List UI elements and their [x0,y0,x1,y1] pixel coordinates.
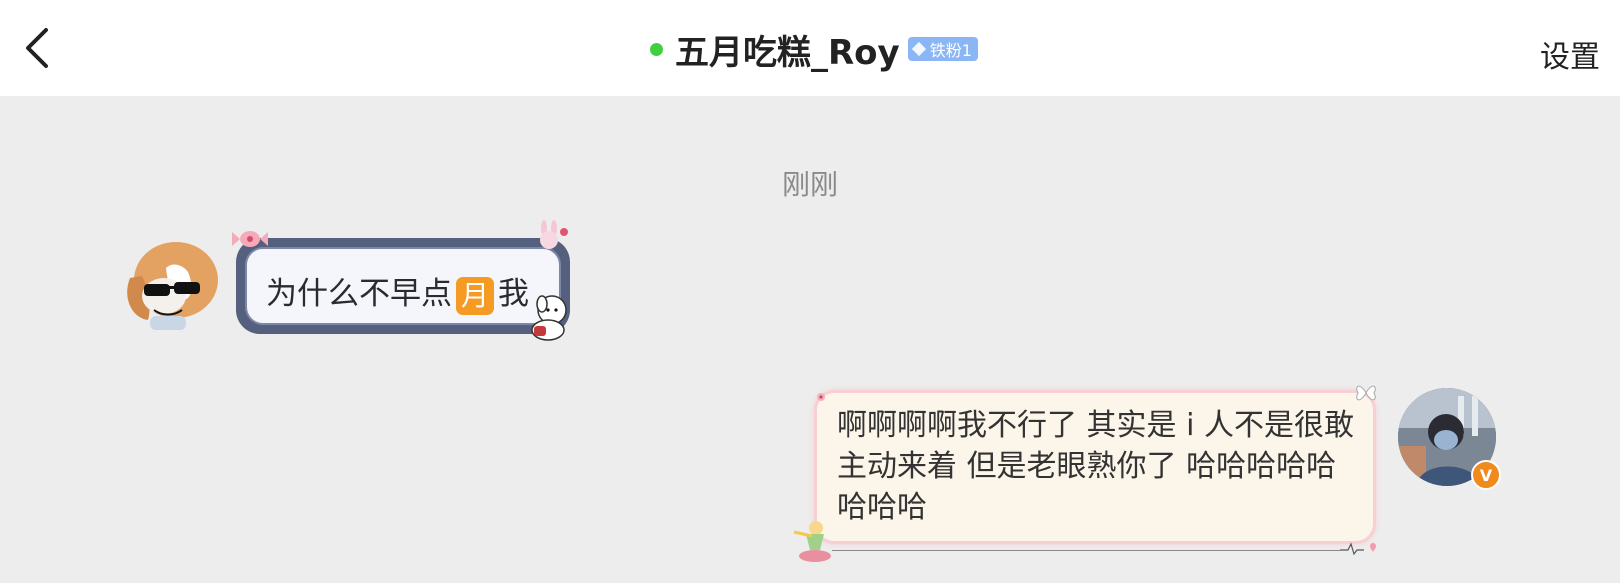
fan-level-badge: 铁粉1 [907,37,978,61]
outgoing-message-bubble[interactable]: 啊啊啊啊我不行了 其实是 i 人不是很敢主动来着 但是老眼熟你了 哈哈哈哈哈哈哈… [814,390,1376,544]
back-button[interactable] [18,26,58,70]
candy-sticker-icon [232,231,268,247]
online-dot-icon [650,42,663,56]
outgoing-message-text: 啊啊啊啊我不行了 其实是 i 人不是很敢主动来着 但是老眼熟你了 哈哈哈哈哈哈哈… [837,408,1354,525]
chat-title-group[interactable]: 五月吃糕_Roy 铁粉1 [650,24,978,74]
message-timestamp: 刚刚 [781,168,838,201]
flower-sticker-icon [817,393,825,401]
settings-button[interactable]: 设置 [1540,32,1600,76]
incoming-message-bubble[interactable]: 为什么不早点月我 [232,220,570,341]
puppy-sticker-icon [531,295,567,341]
little-prince-sticker-icon [793,521,831,562]
message-text-part: 为什么不早点 [266,276,452,312]
top-navigation-bar: 五月吃糕_Roy 铁粉1 设置 [0,0,1620,96]
message-text-part: 我 [498,276,529,312]
diamond-icon [911,41,926,57]
bunny-sticker-icon [540,220,568,249]
moon-emoji-icon: 月 [456,276,494,315]
contact-name: 五月吃糕_Roy [675,32,900,73]
butterfly-sticker-icon [1356,385,1376,401]
verified-badge-icon: V [1471,460,1501,490]
chevron-left-icon [26,28,48,68]
incoming-message-text: 为什么不早点月我 [266,268,529,315]
contact-avatar[interactable] [122,238,220,336]
dog-avatar-image [122,238,220,336]
heart-line-sticker-icon [1340,542,1376,556]
bubble-underline [832,550,1342,551]
fan-level-label: 铁粉1 [929,41,972,60]
